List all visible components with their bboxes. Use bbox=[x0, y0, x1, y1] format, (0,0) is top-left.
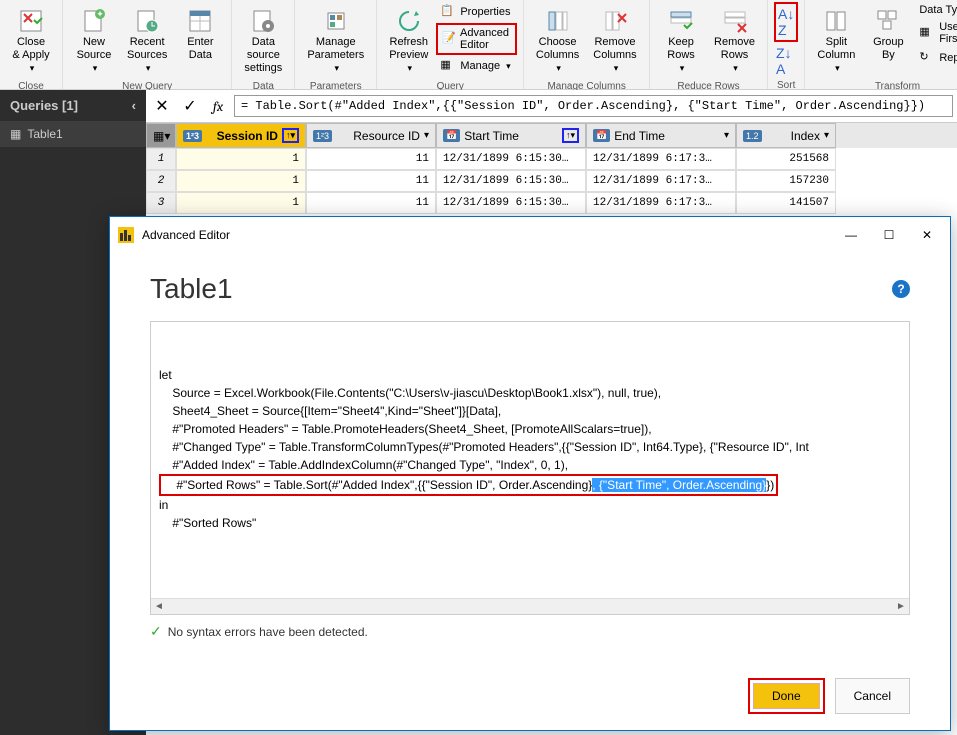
advanced-editor-icon: 📝 bbox=[442, 31, 456, 47]
table-row[interactable]: 311112/31/1899 6:15:30…12/31/1899 6:17:3… bbox=[146, 192, 957, 214]
table-icon: ▦ bbox=[10, 127, 21, 141]
cell-session: 1 bbox=[176, 148, 306, 170]
maximize-button[interactable]: ☐ bbox=[874, 223, 904, 247]
group-by-icon bbox=[873, 6, 903, 36]
cell-end: 12/31/1899 6:17:3… bbox=[586, 148, 736, 170]
recent-sources-button[interactable]: Recent Sources bbox=[121, 2, 173, 80]
collapse-icon[interactable]: ‹ bbox=[132, 98, 136, 113]
code-editor[interactable]: let Source = Excel.Workbook(File.Content… bbox=[150, 321, 910, 615]
col-header-start-time[interactable]: 📅Start Time↑▾ bbox=[436, 123, 586, 148]
use-first-icon: ▦ bbox=[919, 25, 935, 41]
close-apply-icon bbox=[16, 6, 46, 36]
enter-data-button[interactable]: Enter Data bbox=[175, 2, 225, 80]
manage-parameters-icon bbox=[321, 6, 351, 36]
cell-resource: 11 bbox=[306, 148, 436, 170]
cell-start: 12/31/1899 6:15:30… bbox=[436, 170, 586, 192]
formula-accept-button[interactable]: ✓ bbox=[178, 94, 202, 118]
choose-columns-icon bbox=[543, 6, 573, 36]
close-button[interactable]: ✕ bbox=[912, 223, 942, 247]
modal-heading: Table1 bbox=[150, 273, 233, 305]
col-header-end-time[interactable]: 📅End Time▾ bbox=[586, 123, 736, 148]
new-source-icon: ✦ bbox=[79, 6, 109, 36]
recent-sources-icon bbox=[132, 6, 162, 36]
ribbon: Close & Apply Close ✦ New Source Recent … bbox=[0, 0, 957, 90]
cell-end: 12/31/1899 6:17:3… bbox=[586, 170, 736, 192]
refresh-icon bbox=[394, 6, 424, 36]
remove-rows-button[interactable]: Remove Rows bbox=[708, 2, 761, 80]
queries-header[interactable]: Queries [1] ‹ bbox=[0, 90, 146, 121]
table-row[interactable]: 111112/31/1899 6:15:30…12/31/1899 6:17:3… bbox=[146, 148, 957, 170]
new-source-button[interactable]: ✦ New Source bbox=[69, 2, 119, 80]
help-button[interactable]: ? bbox=[892, 280, 910, 298]
table-row[interactable]: 211112/31/1899 6:15:30…12/31/1899 6:17:3… bbox=[146, 170, 957, 192]
properties-button[interactable]: 📋Properties bbox=[436, 2, 517, 22]
manage-parameters-button[interactable]: Manage Parameters bbox=[301, 2, 370, 80]
check-icon: ✓ bbox=[150, 623, 162, 640]
row-header-corner[interactable]: ▦▾ bbox=[146, 123, 176, 148]
fx-icon: fx bbox=[206, 94, 230, 118]
modal-title: Advanced Editor bbox=[142, 228, 828, 242]
row-number: 3 bbox=[146, 192, 176, 214]
sort-asc-button[interactable]: A↓Z bbox=[774, 2, 798, 42]
sort-asc-icon: A↓Z bbox=[778, 6, 794, 38]
row-number: 2 bbox=[146, 170, 176, 192]
formula-bar: ✕ ✓ fx bbox=[146, 90, 957, 123]
cell-session: 1 bbox=[176, 192, 306, 214]
cell-session: 1 bbox=[176, 170, 306, 192]
split-column-button[interactable]: Split Column bbox=[811, 2, 861, 80]
formula-cancel-button[interactable]: ✕ bbox=[150, 94, 174, 118]
data-type-button[interactable]: Data Type: bbox=[915, 2, 957, 18]
row-number: 1 bbox=[146, 148, 176, 170]
sort-desc-icon: Z↓A bbox=[776, 45, 792, 77]
highlighted-code-line: #"Sorted Rows" = Table.Sort(#"Added Inde… bbox=[159, 474, 901, 496]
data-source-settings-button[interactable]: Data source settings bbox=[238, 2, 288, 80]
manage-button[interactable]: ▦Manage bbox=[436, 56, 517, 76]
remove-columns-button[interactable]: Remove Columns bbox=[587, 2, 643, 80]
split-column-icon bbox=[821, 6, 851, 36]
sort-indicator-icon[interactable]: ↑▾ bbox=[282, 128, 299, 143]
properties-icon: 📋 bbox=[440, 4, 456, 20]
svg-text:✦: ✦ bbox=[96, 9, 104, 19]
cancel-button[interactable]: Cancel bbox=[835, 678, 910, 714]
cell-start: 12/31/1899 6:15:30… bbox=[436, 192, 586, 214]
data-source-settings-icon bbox=[248, 6, 278, 36]
data-table: ▦▾ 1²3Session ID↑▾ 1²3Resource ID▾ 📅Star… bbox=[146, 123, 957, 214]
replace-values-button[interactable]: ↻Replace bbox=[915, 48, 957, 68]
choose-columns-button[interactable]: Choose Columns bbox=[530, 2, 585, 80]
cell-index: 141507 bbox=[736, 192, 836, 214]
refresh-preview-button[interactable]: Refresh Preview bbox=[383, 2, 434, 80]
cell-index: 251568 bbox=[736, 148, 836, 170]
cell-resource: 11 bbox=[306, 192, 436, 214]
cell-end: 12/31/1899 6:17:3… bbox=[586, 192, 736, 214]
syntax-status: ✓ No syntax errors have been detected. bbox=[150, 615, 910, 648]
query-item-table1[interactable]: ▦ Table1 bbox=[0, 121, 146, 147]
cell-index: 157230 bbox=[736, 170, 836, 192]
sort-indicator-icon[interactable]: ↑▾ bbox=[562, 128, 579, 143]
advanced-editor-modal: Advanced Editor — ☐ ✕ Table1 ? let Sourc… bbox=[109, 216, 951, 731]
replace-icon: ↻ bbox=[919, 50, 935, 66]
minimize-button[interactable]: — bbox=[836, 223, 866, 247]
keep-rows-button[interactable]: Keep Rows bbox=[656, 2, 706, 80]
remove-columns-icon bbox=[600, 6, 630, 36]
cell-start: 12/31/1899 6:15:30… bbox=[436, 148, 586, 170]
modal-app-icon bbox=[118, 227, 134, 243]
use-first-row-button[interactable]: ▦Use Firs bbox=[915, 19, 957, 47]
remove-rows-icon bbox=[720, 6, 750, 36]
done-button[interactable]: Done bbox=[753, 683, 820, 709]
keep-rows-icon bbox=[666, 6, 696, 36]
col-header-resource-id[interactable]: 1²3Resource ID▾ bbox=[306, 123, 436, 148]
col-header-index[interactable]: 1.2Index▾ bbox=[736, 123, 836, 148]
formula-input[interactable] bbox=[234, 95, 953, 117]
cell-resource: 11 bbox=[306, 170, 436, 192]
advanced-editor-button[interactable]: 📝Advanced Editor bbox=[436, 23, 517, 55]
sort-desc-button[interactable]: Z↓A bbox=[774, 43, 798, 79]
col-header-session-id[interactable]: 1²3Session ID↑▾ bbox=[176, 123, 306, 148]
group-by-button[interactable]: Group By bbox=[863, 2, 913, 80]
scroll-right-button[interactable]: ► bbox=[893, 599, 909, 614]
enter-data-icon bbox=[185, 6, 215, 36]
scroll-left-button[interactable]: ◄ bbox=[151, 599, 167, 614]
close-apply-button[interactable]: Close & Apply bbox=[6, 2, 56, 80]
manage-icon: ▦ bbox=[440, 58, 456, 74]
